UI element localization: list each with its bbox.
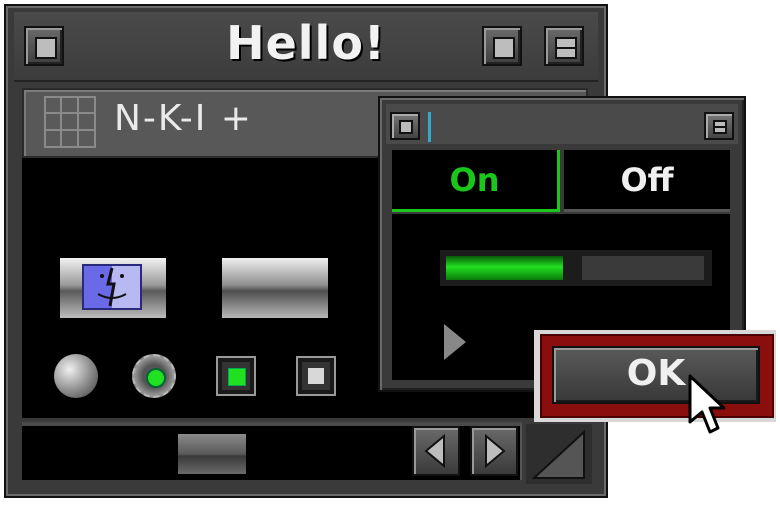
finder-icon — [82, 264, 142, 310]
ok-button[interactable]: OK — [552, 346, 760, 404]
text-cursor — [428, 112, 431, 142]
left-arrow-icon[interactable] — [412, 426, 460, 476]
scroll-thumb[interactable] — [178, 434, 246, 474]
segment-off[interactable]: Off — [564, 150, 730, 212]
finder-bevel-button[interactable] — [60, 258, 166, 318]
grow-box-icon[interactable] — [526, 424, 592, 484]
right-arrow-icon[interactable] — [470, 426, 518, 476]
radio-button-selected[interactable] — [132, 354, 176, 398]
grid-icon[interactable] — [44, 96, 96, 148]
slider-remaining — [582, 256, 704, 280]
collapse-box-icon[interactable] — [704, 112, 734, 140]
progress-slider[interactable] — [440, 250, 712, 286]
checkbox-unchecked[interactable] — [296, 356, 336, 396]
mouse-pointer-icon — [688, 374, 726, 434]
close-box-icon[interactable] — [390, 112, 420, 140]
toolbar-label: N-K-I + — [114, 98, 253, 139]
slider-fill — [446, 256, 563, 280]
title-bar[interactable]: Hello! — [14, 12, 598, 82]
round-button[interactable] — [54, 354, 98, 398]
secondary-title-bar[interactable] — [386, 104, 738, 144]
checkbox-checked[interactable] — [216, 356, 256, 396]
zoom-box-icon[interactable] — [482, 26, 522, 66]
disclosure-triangle-icon[interactable] — [444, 324, 466, 360]
collapse-box-icon[interactable] — [544, 26, 584, 66]
bevel-button[interactable] — [222, 258, 328, 318]
segment-on[interactable]: On — [392, 150, 560, 212]
